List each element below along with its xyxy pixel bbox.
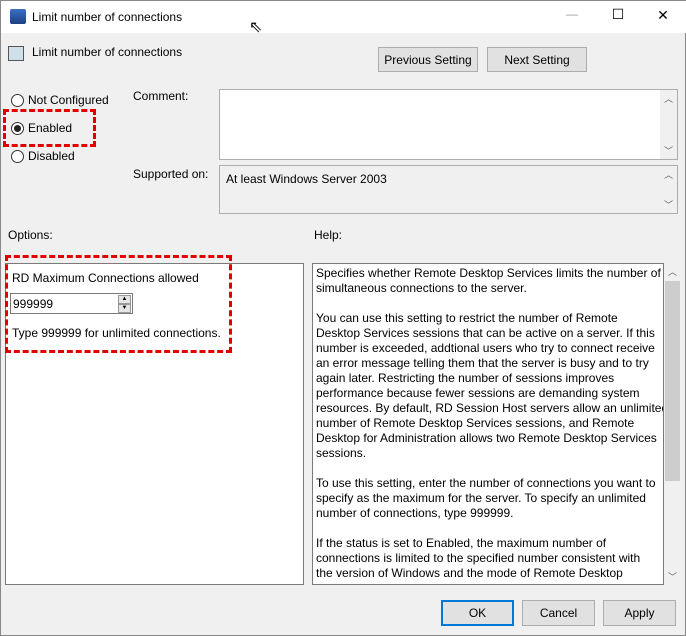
supported-value: At least Windows Server 2003 — [226, 172, 387, 186]
help-text-line: To use this setting, enter the number of… — [316, 476, 656, 490]
next-setting-button[interactable]: Next Setting — [487, 47, 587, 72]
radio-circle — [11, 93, 24, 107]
scroll-down-icon[interactable]: ﹀ — [664, 570, 681, 583]
scroll-up-icon[interactable]: ︿ — [660, 92, 677, 105]
previous-setting-button[interactable]: Previous Setting — [378, 47, 478, 72]
help-text-line: specify as the maximum for the server. T… — [316, 491, 646, 505]
radio-circle — [11, 149, 24, 163]
radio-label: Disabled — [28, 149, 75, 163]
ok-button[interactable]: OK — [441, 600, 514, 626]
window-title: Limit number of connections — [32, 10, 183, 24]
apply-button[interactable]: Apply — [603, 600, 676, 626]
policy-icon — [8, 46, 24, 61]
help-text-line: connections is limited to the specified … — [316, 551, 641, 565]
scroll-up-icon[interactable]: ︿ — [664, 265, 681, 278]
radio-disabled[interactable]: Disabled — [11, 149, 75, 163]
radio-not-configured[interactable]: Not Configured — [11, 93, 109, 107]
scroll-down-icon[interactable]: ﹀ — [660, 198, 677, 211]
help-text-line: sessions. — [316, 446, 367, 460]
comment-scrollbar[interactable]: ︿ ﹀ — [660, 90, 677, 159]
help-text-line: number of Remote Desktop Services sessio… — [316, 416, 635, 430]
help-text-line: If the status is set to Enabled, the max… — [316, 536, 607, 550]
supported-label: Supported on: — [133, 167, 209, 181]
help-text-line: resources. By default, RD Session Host s… — [316, 401, 664, 415]
help-text-line — [316, 296, 663, 311]
title-bar: Limit number of connections — ☐ ✕ ⇖ — [1, 1, 686, 36]
app-icon — [10, 9, 26, 24]
help-text-line: number of connections, type 999999. — [316, 506, 514, 520]
highlight-enabled — [3, 109, 96, 147]
help-label: Help: — [314, 228, 343, 242]
minimize-button[interactable]: — — [557, 7, 587, 21]
help-text-line: the version of Windows and the mode of R… — [316, 566, 623, 580]
help-scrollbar[interactable]: ︿ ﹀ — [664, 263, 681, 585]
scroll-thumb[interactable] — [665, 281, 680, 481]
help-text-line — [316, 521, 663, 536]
help-text-line — [316, 461, 663, 476]
scroll-up-icon[interactable]: ︿ — [660, 168, 677, 181]
mouse-cursor-icon: ⇖ — [249, 19, 263, 36]
highlight-options — [5, 255, 232, 353]
help-text-line: You can use this setting to restrict the… — [316, 311, 618, 325]
maximize-button[interactable]: ☐ — [603, 6, 633, 23]
close-button[interactable]: ✕ — [648, 7, 678, 24]
policy-title: Limit number of connections — [32, 45, 183, 59]
radio-label: Not Configured — [28, 93, 109, 107]
help-text-line: performance because fewer sessions are d… — [316, 386, 640, 400]
help-text-line: simultaneous connections to the server. — [316, 281, 527, 295]
scroll-down-icon[interactable]: ﹀ — [660, 144, 677, 157]
help-text-line: Desktop Services sessions that can be ac… — [316, 326, 655, 340]
help-text-line: Desktop for Administration allows two Re… — [316, 431, 657, 445]
comment-input[interactable]: ︿ ﹀ — [219, 89, 678, 160]
help-text-line: again later. Restricting the number of s… — [316, 371, 615, 385]
supported-box: At least Windows Server 2003 ︿ ﹀ — [219, 165, 678, 214]
cancel-button[interactable]: Cancel — [522, 600, 595, 626]
help-text-line: an error message telling them that the s… — [316, 356, 649, 370]
help-text-line: number is exceeded, addtional users who … — [316, 341, 655, 355]
comment-label: Comment: — [133, 89, 189, 103]
help-text-line: Specifies whether Remote Desktop Service… — [316, 266, 661, 280]
supported-scrollbar[interactable]: ︿ ﹀ — [660, 166, 677, 213]
options-label: Options: — [8, 228, 53, 242]
help-panel: Specifies whether Remote Desktop Service… — [312, 263, 664, 585]
